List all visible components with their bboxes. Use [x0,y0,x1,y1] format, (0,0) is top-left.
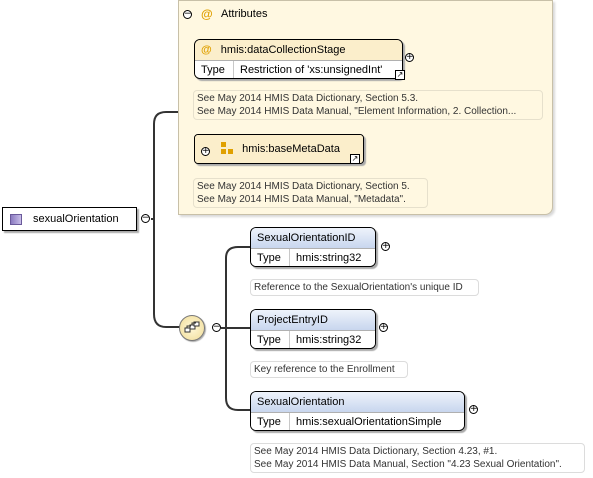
element-node-sexual-orientation[interactable]: SexualOrientation Type hmis:sexualOrient… [250,391,465,431]
root-element-sexual-orientation[interactable]: sexualOrientation [2,207,137,231]
connector-seq-child-3 [225,328,250,411]
element-name: ProjectEntryID [251,310,375,330]
sequence-compositor-icon[interactable] [179,315,205,341]
element-documentation: Key reference to the Enrollment [250,361,408,378]
connector-root-sequence [153,219,180,328]
link-arrow-icon[interactable]: ↗ [350,154,360,164]
doc-line: See May 2014 HMIS Data Manual, "Metadata… [197,194,406,205]
type-value: hmis:sexualOrientationSimple [296,416,442,428]
expand-icon[interactable]: + [405,53,414,62]
type-value: hmis:string32 [296,334,362,346]
element-node-sexual-orientation-id[interactable]: SexualOrientationID Type hmis:string32 [250,227,376,267]
doc-line: See May 2014 HMIS Data Dictionary, Secti… [254,446,498,457]
collapse-attributes-icon[interactable]: − [183,10,192,19]
type-label: Type [195,61,234,78]
type-label: Type [251,249,290,266]
expand-icon[interactable]: + [379,323,388,332]
doc-line: See May 2014 HMIS Data Dictionary, Secti… [197,181,410,192]
attribute-group-name: hmis:baseMetaData [242,143,340,155]
element-node-project-entry-id[interactable]: ProjectEntryID Type hmis:string32 [250,309,376,349]
doc-line: See May 2014 HMIS Data Dictionary, Secti… [197,93,419,104]
expand-icon[interactable]: + [381,242,390,251]
attribute-node-data-collection-stage[interactable]: @ hmis:dataCollectionStage Type Restrict… [194,39,403,79]
attribute-at-icon: @ [201,7,213,21]
attributes-title: Attributes [221,8,268,20]
type-label: Type [251,331,290,348]
expand-icon[interactable]: + [469,405,478,414]
attribute-group-node-base-meta-data[interactable]: + hmis:baseMetaData [194,134,364,164]
attributes-panel: − @ Attributes @ hmis:dataCollectionStag… [178,0,553,215]
type-value: hmis:string32 [296,252,362,264]
attribute-group-icon [221,142,234,154]
collapse-root-icon[interactable]: − [141,214,150,223]
attribute-group-documentation: See May 2014 HMIS Data Dictionary, Secti… [193,178,428,208]
root-element-label: sexualOrientation [33,213,119,225]
attribute-at-icon: @ [201,44,212,56]
element-documentation: See May 2014 HMIS Data Dictionary, Secti… [250,443,585,473]
complex-type-icon [10,214,22,225]
doc-line: Key reference to the Enrollment [254,364,395,375]
type-value: Restriction of 'xs:unsignedInt' [240,64,383,76]
doc-line: See May 2014 HMIS Data Manual, Section "… [254,459,562,470]
expand-group-icon[interactable]: + [201,147,210,156]
element-documentation: Reference to the SexualOrientation's uni… [250,279,479,296]
doc-line: Reference to the SexualOrientation's uni… [254,282,463,293]
connector-root-attributes [151,111,178,220]
attribute-name: hmis:dataCollectionStage [220,44,346,56]
element-name: SexualOrientation [251,392,464,412]
attribute-documentation: See May 2014 HMIS Data Dictionary, Secti… [193,90,543,120]
link-arrow-icon[interactable]: ↗ [395,70,405,80]
doc-line: See May 2014 HMIS Data Manual, "Element … [197,106,517,117]
collapse-sequence-icon[interactable]: − [212,323,221,332]
element-name: SexualOrientationID [251,228,375,248]
type-label: Type [251,413,290,430]
connector-seq-child-1 [221,246,250,329]
